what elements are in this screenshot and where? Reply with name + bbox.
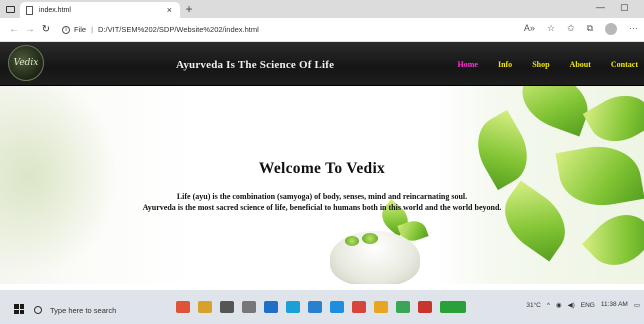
new-tab-button[interactable]: + xyxy=(180,0,198,18)
toolbar-icons: A» ☆ ✩ ⧉ ··· xyxy=(524,23,638,35)
edge-icon[interactable] xyxy=(286,301,300,313)
hero-heading: Welcome To Vedix xyxy=(258,160,386,177)
app-icon[interactable] xyxy=(176,301,190,313)
system-tray: 31°C ^ ◉ ◀) ENG 11:38 AM ▭ xyxy=(526,301,640,309)
app-icon[interactable] xyxy=(308,301,322,313)
favorites-icon[interactable]: ✩ xyxy=(567,23,575,35)
address-bar: ← → ↻ i File | D:/VIT/SEM%202/SDP/Websit… xyxy=(0,18,644,42)
search-app-icon[interactable] xyxy=(220,301,234,313)
minimize-button[interactable]: — xyxy=(596,2,605,12)
url-field[interactable]: i File | D:/VIT/SEM%202/SDP/Website%202/… xyxy=(62,25,259,34)
app-icon[interactable] xyxy=(330,301,344,313)
tray-arrow-icon[interactable]: ^ xyxy=(547,302,550,309)
refresh-icon[interactable]: ↻ xyxy=(38,24,54,35)
weather-text[interactable]: 31°C xyxy=(526,302,541,309)
notification-icon[interactable]: ▭ xyxy=(634,301,640,309)
vedix-logo[interactable]: Vedix xyxy=(8,45,44,81)
clock[interactable]: 11:38 AM xyxy=(601,301,628,309)
tab-actions-icon[interactable] xyxy=(0,0,20,18)
search-icon xyxy=(34,306,42,314)
network-icon[interactable]: ◉ xyxy=(556,301,562,309)
collections-icon[interactable]: ⧉ xyxy=(587,23,593,35)
logo-text: Vedix xyxy=(13,58,39,68)
back-icon[interactable]: ← xyxy=(6,24,22,35)
windows-start-icon[interactable] xyxy=(14,304,24,314)
search-placeholder: Type here to search xyxy=(50,305,117,315)
hero-background xyxy=(0,86,644,284)
app-icon[interactable] xyxy=(198,301,212,313)
url-text: D:/VIT/SEM%202/SDP/Website%202/index.htm… xyxy=(98,25,259,34)
page-bottom-strip xyxy=(0,284,644,290)
taskbar-apps xyxy=(176,301,466,313)
blurred-foliage xyxy=(0,86,120,276)
main-menu: Home Info Shop About Contact xyxy=(458,60,638,69)
app-icon[interactable] xyxy=(418,301,432,313)
more-icon[interactable]: ··· xyxy=(629,23,638,35)
browser-tab-bar: index.html × + — ▢ xyxy=(0,0,644,18)
leaf-image xyxy=(513,86,597,137)
menu-shop[interactable]: Shop xyxy=(532,60,549,69)
site-title: Ayurveda Is The Science Of Life xyxy=(176,59,335,71)
hero-text-line-1: Life (ayu) is the combination (samyoga) … xyxy=(176,192,468,201)
menu-home[interactable]: Home xyxy=(458,60,478,69)
site-header: Vedix Ayurveda Is The Science Of Life Ho… xyxy=(0,42,644,86)
herb-image xyxy=(345,236,359,246)
forward-icon[interactable]: → xyxy=(22,24,38,35)
profile-avatar[interactable] xyxy=(605,23,617,35)
taskbar-search[interactable]: Type here to search xyxy=(34,301,164,319)
folder-icon[interactable] xyxy=(374,301,388,313)
info-icon[interactable]: i xyxy=(62,25,70,34)
tab-title: index.html xyxy=(39,6,71,14)
leaf-image xyxy=(581,201,644,279)
read-aloud-icon[interactable]: A» xyxy=(524,23,535,35)
maximize-button[interactable]: ▢ xyxy=(620,2,629,13)
hero-text-line-2: Ayurveda is the most sacred science of l… xyxy=(142,203,502,212)
language-text[interactable]: ENG xyxy=(581,302,595,309)
menu-contact[interactable]: Contact xyxy=(611,60,638,69)
app-icon[interactable] xyxy=(264,301,278,313)
menu-info[interactable]: Info xyxy=(498,60,512,69)
mail-icon[interactable] xyxy=(352,301,366,313)
close-tab-icon[interactable]: × xyxy=(167,5,172,15)
task-view-icon[interactable] xyxy=(242,301,256,313)
app-icon[interactable] xyxy=(396,301,410,313)
herb-image xyxy=(362,233,378,244)
browser-tab[interactable]: index.html × xyxy=(20,2,180,18)
windows-taskbar: Type here to search 31°C ^ ◉ ◀) ENG 11:3… xyxy=(0,284,644,324)
favorite-icon[interactable]: ☆ xyxy=(547,23,555,35)
app-icon[interactable] xyxy=(440,301,466,313)
url-separator: | xyxy=(91,25,94,34)
volume-icon[interactable]: ◀) xyxy=(568,301,575,309)
url-scheme-label: File xyxy=(74,25,87,34)
document-icon xyxy=(26,5,33,15)
leaf-image xyxy=(465,109,540,191)
menu-about[interactable]: About xyxy=(570,60,591,69)
leaf-image xyxy=(582,86,644,153)
